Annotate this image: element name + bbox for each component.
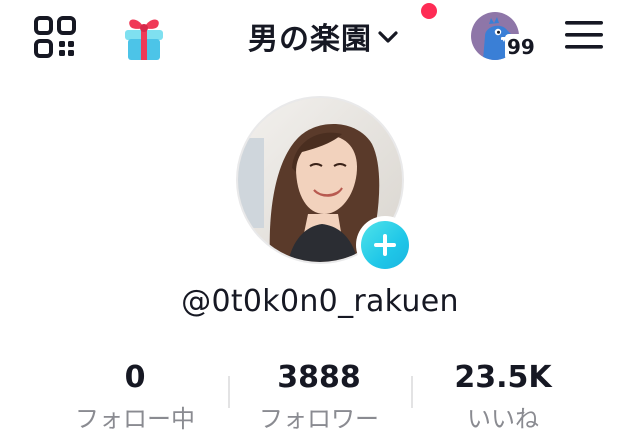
username: @0t0k0n0_rakuen bbox=[181, 284, 459, 319]
gift-box-icon bbox=[125, 19, 163, 60]
add-button[interactable] bbox=[356, 216, 414, 274]
menu-button[interactable] bbox=[564, 18, 604, 52]
likes-label: いいね bbox=[467, 405, 539, 433]
likes-stat[interactable]: 23.5K いいね bbox=[408, 358, 598, 436]
chevron-down-icon bbox=[378, 31, 398, 43]
gift-button[interactable] bbox=[120, 12, 168, 62]
following-label: フォロー中 bbox=[75, 405, 195, 433]
coin-count: 99 bbox=[505, 34, 537, 60]
account-title: 男の楽園 bbox=[248, 22, 372, 57]
hamburger-menu-icon bbox=[565, 21, 603, 49]
qr-code-icon bbox=[34, 16, 76, 58]
following-count: 0 bbox=[124, 360, 146, 395]
followers-stat[interactable]: 3888 フォロワー bbox=[224, 358, 414, 436]
add-button-circle bbox=[361, 221, 409, 269]
account-switcher[interactable]: 男の楽園 bbox=[248, 14, 400, 58]
following-stat[interactable]: 0 フォロー中 bbox=[40, 358, 230, 436]
coin-badge-button[interactable]: 99 bbox=[471, 12, 537, 62]
plus-icon bbox=[374, 234, 396, 256]
notification-dot bbox=[421, 3, 437, 19]
qr-code-button[interactable] bbox=[34, 16, 76, 58]
followers-label: フォロワー bbox=[259, 405, 379, 433]
followers-count: 3888 bbox=[277, 360, 361, 395]
likes-count: 23.5K bbox=[454, 360, 552, 395]
